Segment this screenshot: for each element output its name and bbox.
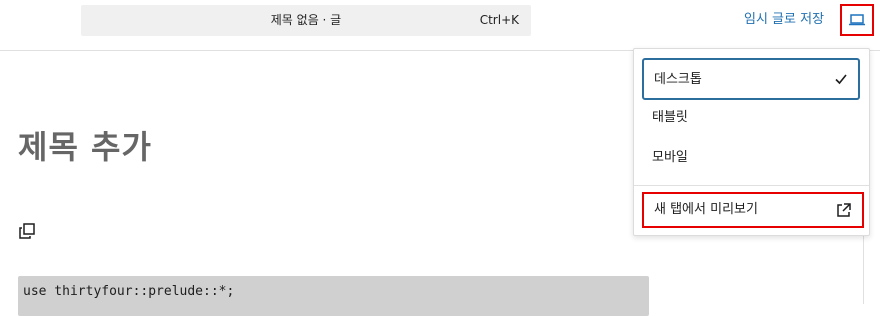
command-palette-button[interactable]: 제목 없음 · 글 Ctrl+K [81,5,531,36]
menu-item-label: 태블릿 [652,110,688,125]
preview-dropdown-menu: 데스크톱 태블릿 모바일 새 탭에서 미리보기 [633,48,870,236]
save-draft-button[interactable]: 임시 글로 저장 [744,9,824,31]
preview-in-new-tab-button[interactable]: 새 탭에서 미리보기 [642,192,864,228]
preview-button[interactable] [840,4,874,36]
post-title-input[interactable]: 제목 추가 [18,122,152,168]
external-link-icon [837,203,851,217]
menu-item-mobile[interactable]: 모바일 [642,138,860,178]
editor-header: 제목 없음 · 글 Ctrl+K 임시 글로 저장 [0,0,880,51]
menu-item-label: 데스크톱 [654,72,702,87]
menu-item-label: 새 탭에서 미리보기 [654,202,758,217]
code-block[interactable]: use thirtyfour::prelude::*; [18,276,649,316]
keyboard-shortcut: Ctrl+K [479,13,519,27]
menu-item-label: 모바일 [652,150,688,165]
menu-divider [634,185,869,186]
menu-item-desktop[interactable]: 데스크톱 [642,58,860,100]
document-title: 제목 없음 · 글 [270,13,342,27]
laptop-icon [849,14,865,26]
copy-icon[interactable] [18,222,36,240]
check-icon [835,74,847,85]
menu-item-tablet[interactable]: 태블릿 [642,98,860,138]
code-line: use thirtyfour::prelude::*; [23,284,235,299]
